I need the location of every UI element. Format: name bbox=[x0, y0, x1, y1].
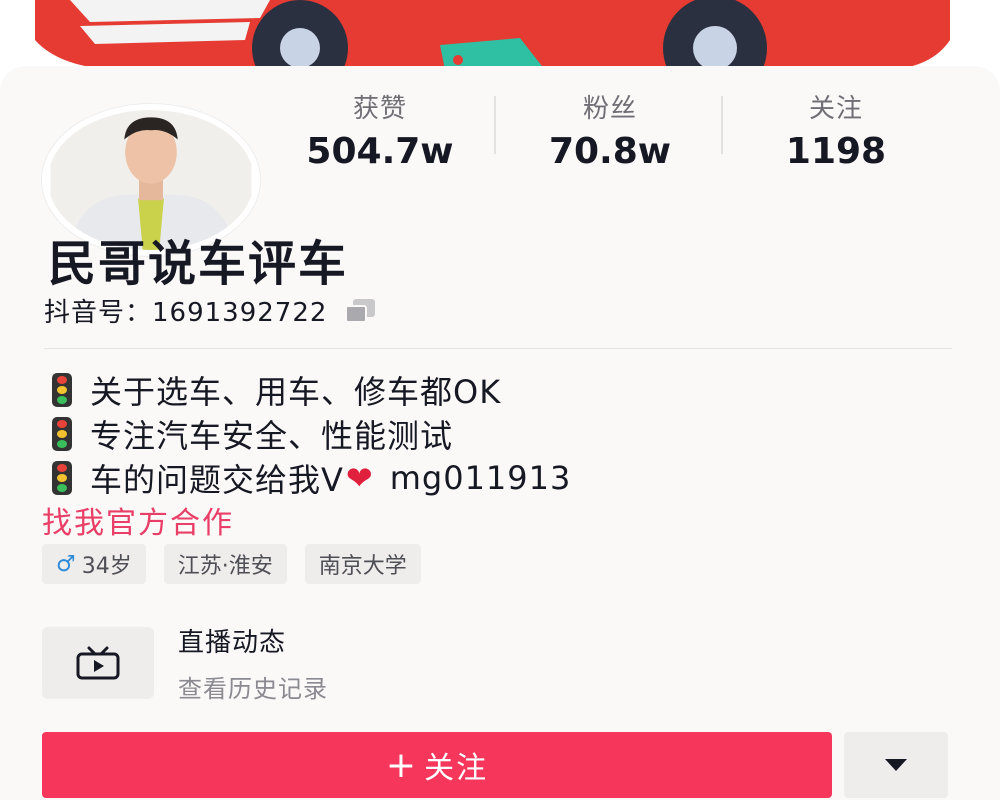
live-icon-box bbox=[42, 627, 154, 699]
fans-value: 70.8w bbox=[548, 131, 672, 172]
bio-line-3-prefix: 车的问题交给我V bbox=[90, 461, 344, 499]
stat-divider bbox=[721, 96, 723, 154]
plus-icon: + bbox=[385, 744, 419, 786]
heart-icon: ❤ bbox=[345, 459, 374, 497]
traffic-light-icon bbox=[52, 417, 72, 451]
following-label: 关注 bbox=[808, 94, 863, 124]
tv-icon bbox=[76, 646, 120, 680]
male-icon: ♂ bbox=[56, 551, 76, 577]
live-text: 直播动态 查看历史记录 bbox=[178, 622, 328, 704]
uid-text: 抖音号：1691392722 bbox=[44, 298, 328, 328]
likes-label: 获赞 bbox=[352, 94, 407, 124]
tag-gender-age: ♂ 34岁 bbox=[42, 544, 146, 584]
live-history-entry[interactable]: 直播动态 查看历史记录 bbox=[42, 622, 328, 704]
bio-line-1: 关于选车、用车、修车都OK bbox=[90, 373, 502, 411]
bio-line: 车的问题交给我V ❤ mg011913 bbox=[44, 456, 571, 500]
stat-divider bbox=[494, 96, 496, 154]
official-cooperation-link[interactable]: 找我官方合作 bbox=[42, 498, 234, 542]
profile-card: 获赞 504.7w 粉丝 70.8w 关注 1198 民哥说车评车 抖音号：16… bbox=[0, 66, 1000, 800]
tag-school-text: 南京大学 bbox=[318, 554, 407, 579]
stat-fans[interactable]: 粉丝 70.8w bbox=[520, 88, 700, 172]
uid-row: 抖音号：1691392722 bbox=[44, 292, 377, 329]
tag-age: 34岁 bbox=[81, 554, 132, 579]
profile-tags: ♂ 34岁 江苏·淮安 南京大学 bbox=[42, 544, 439, 584]
tag-school: 南京大学 bbox=[304, 544, 421, 584]
bio: 关于选车、用车、修车都OK 专注汽车安全、性能测试 车的问题交给我V ❤ mg0… bbox=[44, 368, 571, 500]
likes-value: 504.7w bbox=[306, 131, 454, 172]
follow-button[interactable]: + 关注 bbox=[42, 732, 832, 798]
section-divider bbox=[44, 348, 952, 349]
stat-likes[interactable]: 获赞 504.7w bbox=[290, 88, 470, 172]
following-value: 1198 bbox=[785, 131, 887, 172]
caret-down-icon bbox=[885, 759, 907, 771]
profile-nickname: 民哥说车评车 bbox=[48, 236, 349, 292]
bio-line: 关于选车、用车、修车都OK bbox=[44, 368, 571, 412]
traffic-light-icon bbox=[52, 373, 72, 407]
bio-line: 专注汽车安全、性能测试 bbox=[44, 412, 571, 456]
live-title: 直播动态 bbox=[178, 628, 287, 658]
traffic-light-icon bbox=[52, 461, 72, 495]
fans-label: 粉丝 bbox=[582, 94, 637, 124]
live-subtitle: 查看历史记录 bbox=[178, 675, 328, 703]
stat-following[interactable]: 关注 1198 bbox=[746, 88, 926, 172]
copy-icon[interactable] bbox=[343, 297, 377, 325]
bio-line-3-suffix: mg011913 bbox=[389, 459, 572, 497]
bio-line-2: 专注汽车安全、性能测试 bbox=[90, 417, 454, 455]
tag-location: 江苏·淮安 bbox=[163, 544, 287, 584]
tag-location-text: 江苏·淮安 bbox=[177, 554, 273, 579]
more-options-button[interactable] bbox=[844, 732, 948, 798]
follow-label: 关注 bbox=[424, 751, 489, 786]
